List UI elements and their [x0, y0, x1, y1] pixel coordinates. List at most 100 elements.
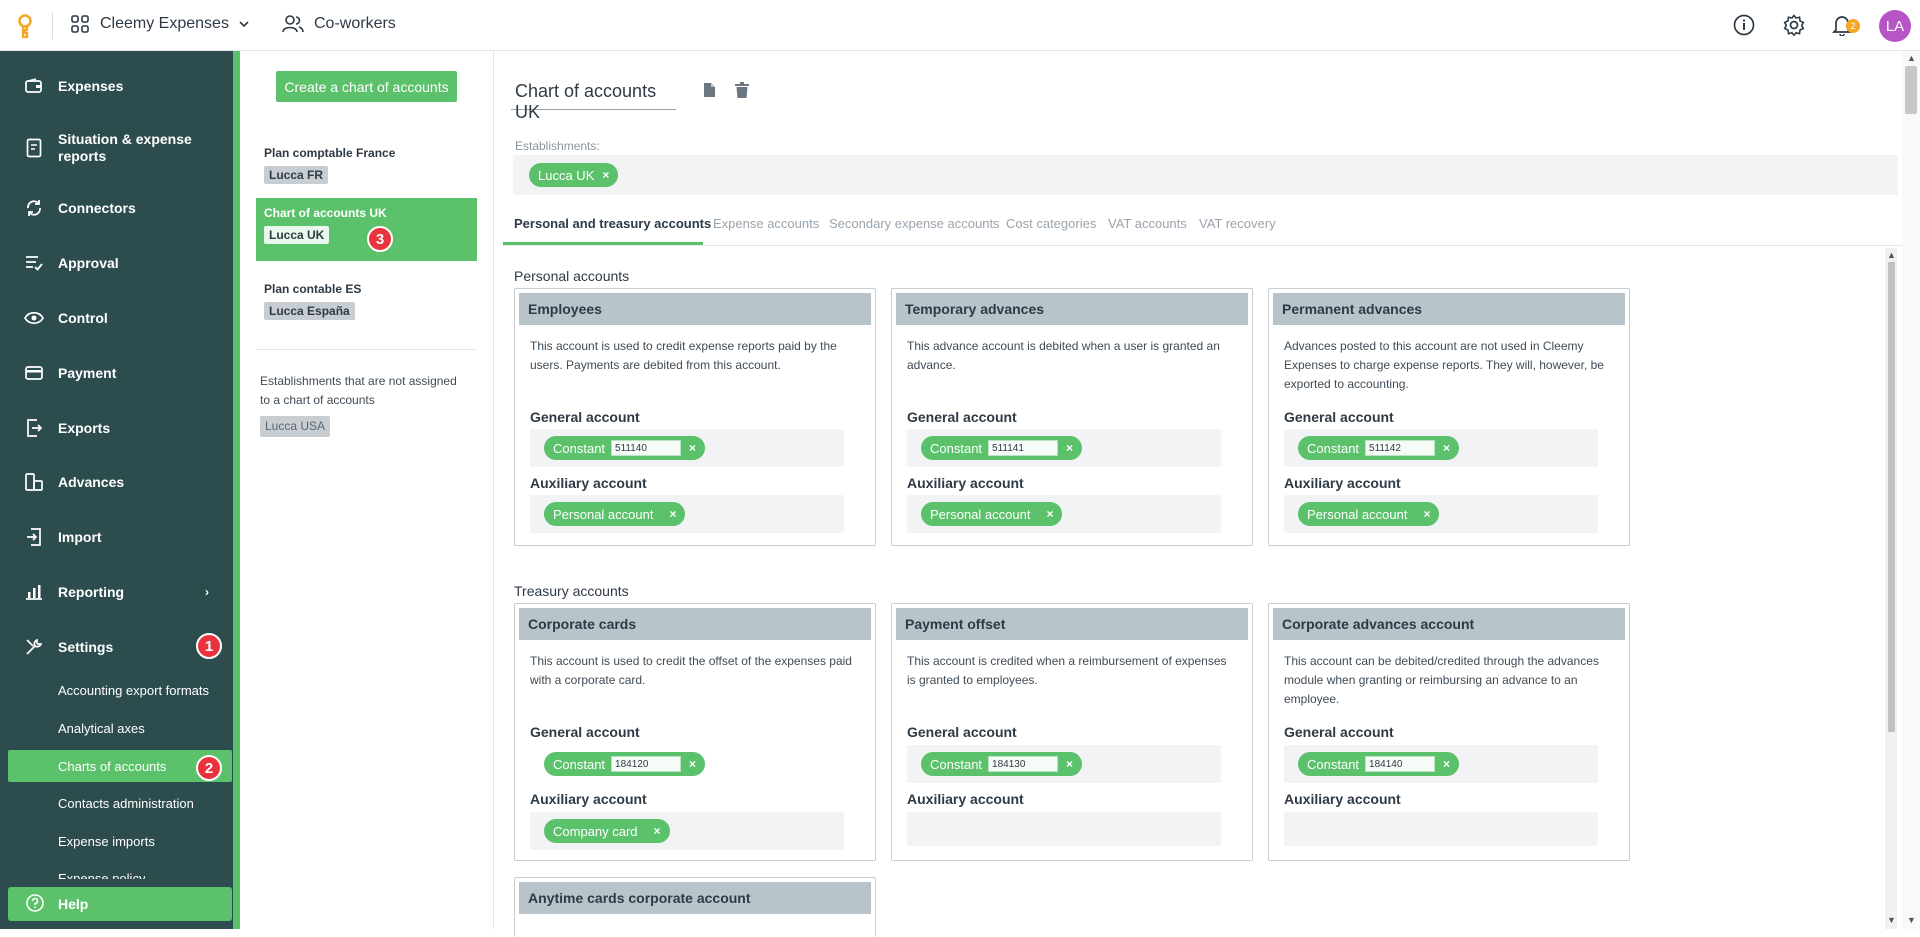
card-title: Employees: [519, 293, 871, 325]
sidebar-subitem-contacts-administration[interactable]: Contacts administration: [58, 796, 194, 811]
general-account-field[interactable]: Constant ×: [907, 745, 1221, 783]
sidebar-item-payment[interactable]: Payment: [0, 353, 232, 393]
account-number-input[interactable]: [1365, 440, 1436, 456]
create-chart-button[interactable]: Create a chart of accounts: [276, 71, 457, 102]
close-icon[interactable]: ×: [1423, 507, 1430, 521]
constant-chip: Constant ×: [921, 752, 1083, 776]
sidebar-item-expenses[interactable]: Expenses: [0, 66, 232, 106]
help-button[interactable]: Help: [8, 887, 232, 921]
help-label: Help: [58, 896, 89, 912]
plan-tag: Lucca UK: [264, 226, 330, 244]
sidebar-accent-bar: [233, 51, 240, 929]
chevron-right-icon: ›: [205, 585, 209, 599]
card-description: This account can be debited/credited thr…: [1284, 654, 1599, 706]
account-number-input[interactable]: [611, 440, 682, 456]
aux-chip: Personal account ×: [1298, 502, 1440, 526]
tab-expense-accounts[interactable]: Expense accounts: [713, 216, 819, 231]
card-corporate-cards: Corporate cards This account is used to …: [514, 603, 876, 861]
sidebar-item-label: Settings: [58, 638, 114, 655]
general-account-field[interactable]: Constant ×: [1284, 429, 1598, 467]
auxiliary-account-field[interactable]: Personal account ×: [907, 495, 1221, 533]
scroll-up-icon[interactable]: ▲: [1887, 250, 1896, 260]
auxiliary-account-field[interactable]: Company card ×: [530, 812, 844, 850]
auxiliary-account-label: Auxiliary account: [530, 791, 647, 807]
tab-personal-treasury[interactable]: Personal and treasury accounts: [514, 216, 711, 231]
gear-icon[interactable]: [1783, 14, 1805, 41]
close-icon[interactable]: ×: [602, 168, 609, 182]
plan-item-spain[interactable]: Plan contable ES Lucca España: [256, 274, 477, 328]
sidebar-item-connectors[interactable]: Connectors: [0, 188, 232, 228]
close-icon[interactable]: ×: [669, 507, 676, 521]
sidebar-subitem-analytical-axes[interactable]: Analytical axes: [58, 721, 145, 736]
chevron-down-icon: [239, 21, 249, 28]
inner-scrollbar-thumb[interactable]: [1888, 262, 1895, 732]
sidebar-item-situation[interactable]: Situation & expense reports: [0, 128, 232, 168]
coworkers-link[interactable]: Co-workers: [282, 14, 396, 34]
info-icon[interactable]: [1733, 14, 1755, 41]
card-description: This account is used to credit the offse…: [530, 654, 852, 687]
auxiliary-account-label: Auxiliary account: [530, 475, 647, 491]
sidebar-item-control[interactable]: Control: [0, 298, 232, 338]
sidebar-subitem-accounting-export-formats[interactable]: Accounting export formats: [58, 683, 209, 698]
general-account-field[interactable]: Constant ×: [907, 429, 1221, 467]
general-account-field[interactable]: Constant ×: [1284, 745, 1598, 783]
sidebar-item-exports[interactable]: Exports: [0, 408, 232, 448]
sidebar-subitem-expense-policy[interactable]: Expense policy: [58, 871, 145, 879]
chip-label: Constant: [553, 440, 606, 456]
sidebar-item-advances[interactable]: Advances: [0, 462, 232, 502]
general-account-field[interactable]: Constant ×: [530, 429, 844, 467]
card-payment-offset: Payment offset This account is credited …: [891, 603, 1253, 861]
plan-tag: Lucca España: [264, 302, 355, 320]
page-scrollbar[interactable]: [1902, 51, 1920, 929]
chip-label: Personal account: [1307, 506, 1408, 522]
auxiliary-account-field[interactable]: [1284, 812, 1598, 846]
chart-title-input[interactable]: Chart of accounts UK: [511, 78, 676, 122]
sidebar-item-approval[interactable]: Approval: [0, 243, 232, 283]
copy-icon[interactable]: [702, 82, 716, 103]
general-account-label: General account: [1284, 724, 1394, 740]
close-icon[interactable]: ×: [1443, 441, 1450, 455]
close-icon[interactable]: ×: [1066, 757, 1073, 771]
card-corporate-advances: Corporate advances account This account …: [1268, 603, 1630, 861]
report-icon: [24, 138, 44, 158]
auxiliary-account-field[interactable]: Personal account ×: [530, 495, 844, 533]
page-scrollbar-thumb[interactable]: [1905, 66, 1917, 114]
plan-item-uk[interactable]: Chart of accounts UK Lucca UK: [256, 198, 477, 261]
lucca-logo-icon[interactable]: [14, 13, 36, 44]
auxiliary-account-field[interactable]: [907, 812, 1221, 846]
step-marker-2: 2: [196, 755, 222, 781]
sidebar-subitem-expense-imports[interactable]: Expense imports: [58, 834, 155, 849]
step-marker-3: 3: [367, 226, 393, 252]
close-icon[interactable]: ×: [1443, 757, 1450, 771]
scroll-down-icon[interactable]: ▼: [1907, 915, 1916, 925]
account-number-input[interactable]: [988, 756, 1059, 772]
tab-cost-categories[interactable]: Cost categories: [1006, 216, 1096, 231]
close-icon[interactable]: ×: [1066, 441, 1073, 455]
sidebar-item-import[interactable]: Import: [0, 517, 232, 557]
establishments-field[interactable]: Lucca UK ×: [513, 155, 1898, 195]
trash-icon[interactable]: [735, 82, 749, 103]
account-number-input[interactable]: [1365, 756, 1436, 772]
tab-vat-accounts[interactable]: VAT accounts: [1108, 216, 1187, 231]
scroll-down-icon[interactable]: ▼: [1887, 915, 1896, 925]
avatar[interactable]: LA: [1879, 10, 1911, 42]
sidebar-item-reporting[interactable]: Reporting ›: [0, 572, 232, 612]
close-icon[interactable]: ×: [689, 441, 696, 455]
account-number-input[interactable]: [988, 440, 1059, 456]
eye-icon: [24, 308, 44, 328]
close-icon[interactable]: ×: [654, 824, 661, 838]
sidebar-item-label: Reporting: [58, 583, 125, 600]
general-account-field[interactable]: Constant ×: [530, 745, 844, 783]
close-icon[interactable]: ×: [1046, 507, 1053, 521]
close-icon[interactable]: ×: [689, 757, 696, 771]
tab-secondary-expense-accounts[interactable]: Secondary expense accounts: [829, 216, 1000, 231]
app-switcher[interactable]: Cleemy Expenses: [70, 14, 249, 34]
sidebar-subitem-charts-of-accounts[interactable]: Charts of accounts: [58, 759, 166, 774]
scroll-up-icon[interactable]: ▲: [1907, 53, 1916, 63]
account-number-input[interactable]: [611, 756, 682, 772]
tab-vat-recovery[interactable]: VAT recovery: [1199, 216, 1276, 231]
plan-item-france[interactable]: Plan comptable France Lucca FR: [256, 138, 477, 192]
auxiliary-account-field[interactable]: Personal account ×: [1284, 495, 1598, 533]
sidebar-item-label: Control: [58, 309, 108, 326]
card-description: This account is credited when a reimburs…: [907, 654, 1227, 687]
